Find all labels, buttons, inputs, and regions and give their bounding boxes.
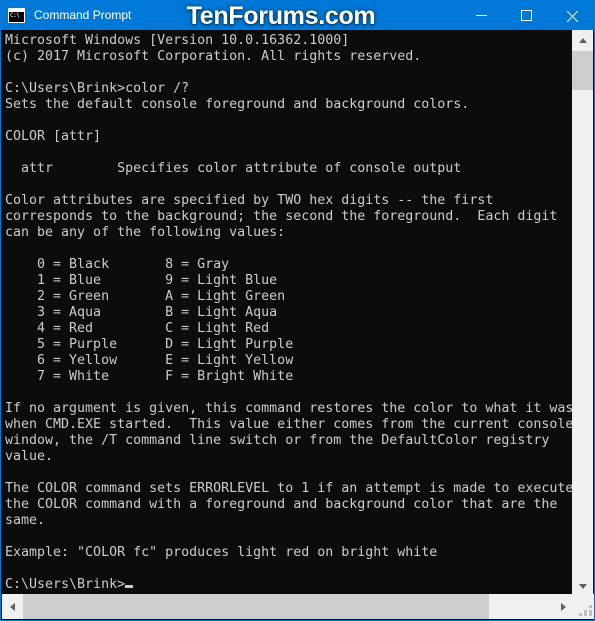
- vertical-scrollbar[interactable]: [572, 30, 593, 596]
- horizontal-scrollbar[interactable]: [2, 594, 594, 619]
- console-text: Microsoft Windows [Version 10.0.16362.10…: [2, 30, 573, 593]
- chevron-left-icon: [10, 602, 15, 611]
- maximize-button[interactable]: [504, 1, 549, 30]
- window-controls: [459, 1, 594, 30]
- chevron-up-icon: [578, 37, 587, 43]
- scroll-up-button[interactable]: [572, 30, 593, 50]
- console-icon-prompt-text: C:\: [10, 12, 20, 19]
- command-prompt-window: C:\ Command Prompt TenForums.com Microso…: [0, 0, 595, 621]
- title-bar[interactable]: C:\ Command Prompt: [1, 1, 594, 30]
- scroll-left-button[interactable]: [2, 594, 23, 619]
- text-cursor: [125, 585, 134, 588]
- scroll-down-button[interactable]: [572, 576, 593, 596]
- window-title: Command Prompt: [34, 8, 132, 22]
- scroll-right-button[interactable]: [553, 594, 574, 619]
- resize-grip-dot: [589, 613, 592, 616]
- vertical-scrollbar-thumb[interactable]: [572, 51, 593, 90]
- console-output-area[interactable]: Microsoft Windows [Version 10.0.16362.10…: [2, 30, 573, 596]
- close-button[interactable]: [549, 1, 594, 30]
- maximize-icon: [521, 10, 532, 21]
- console-text-content: Microsoft Windows [Version 10.0.16362.10…: [5, 33, 573, 592]
- resize-grip[interactable]: [579, 604, 592, 616]
- close-icon: [565, 9, 578, 22]
- minimize-button[interactable]: [459, 1, 504, 30]
- console-icon: C:\: [8, 8, 25, 23]
- resize-grip-dot: [584, 613, 587, 616]
- horizontal-scrollbar-thumb[interactable]: [23, 594, 489, 619]
- chevron-down-icon: [578, 583, 587, 589]
- resize-grip-dot: [589, 605, 592, 608]
- minimize-icon: [476, 15, 487, 16]
- resize-grip-dot: [579, 613, 582, 616]
- chevron-right-icon: [561, 602, 566, 611]
